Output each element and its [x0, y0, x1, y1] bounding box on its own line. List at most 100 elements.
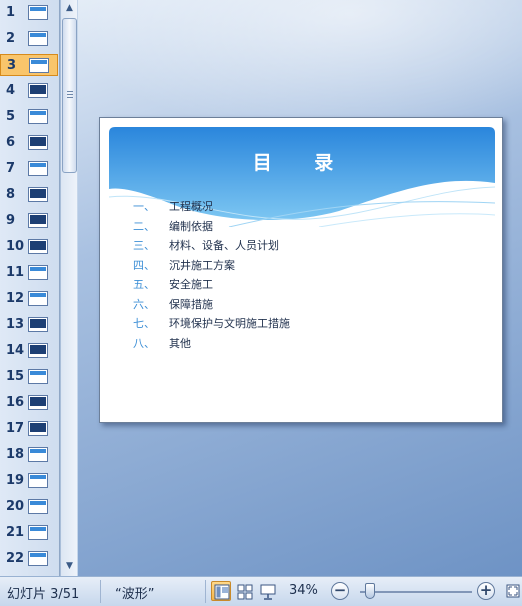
slide-number: 2: [6, 31, 16, 46]
scroll-down-icon[interactable]: ▼: [62, 558, 77, 574]
slide-thumbnail[interactable]: 9: [0, 210, 58, 232]
slide-thumbnail[interactable]: 5: [0, 106, 58, 128]
slide-thumbnail-panel: 1 2 3 4 5 6 7 8 9 10 11 12 13 14 15 16 17 18 19 20 21 22: [0, 0, 60, 576]
scrollbar-thumb[interactable]: [62, 18, 77, 173]
scroll-up-icon[interactable]: ▲: [62, 0, 77, 16]
zoom-in-icon[interactable]: +: [477, 582, 495, 600]
slide-number: 10: [6, 239, 25, 254]
toc-item-text: 其他: [169, 336, 191, 350]
slide-thumbnail[interactable]: 8: [0, 184, 58, 206]
slide-number: 6: [6, 135, 16, 150]
slide-sorter-button[interactable]: [234, 581, 254, 601]
slide-number: 18: [6, 447, 25, 462]
slide-preview-image: [28, 161, 48, 176]
slide-thumbnail[interactable]: 20: [0, 496, 58, 518]
slide-thumbnail[interactable]: 12: [0, 288, 58, 310]
slide-preview-image: [29, 58, 49, 73]
toc-item: 三、 材料、设备、人员计划: [133, 237, 290, 257]
slideshow-icon: [260, 584, 276, 600]
slide-preview-image: [28, 5, 48, 20]
table-of-contents[interactable]: 一、 工程概况 二、 编制依据 三、 材料、设备、人员计划 四、 沉井施工方案 五、 安全施工 六、…: [133, 198, 290, 354]
slide-thumbnail[interactable]: 6: [0, 132, 58, 154]
toc-item-text: 沉井施工方案: [169, 258, 235, 272]
zoom-slider-knob[interactable]: [365, 583, 375, 599]
slide-thumbnail[interactable]: 2: [0, 28, 58, 50]
toc-item-number: 六、: [133, 297, 155, 311]
slide-thumbnail[interactable]: 10: [0, 236, 58, 258]
thumbnail-scrollbar[interactable]: ▲ ▼: [60, 0, 77, 576]
slide-thumbnail[interactable]: 18: [0, 444, 58, 466]
toc-item-text: 编制依据: [169, 219, 213, 233]
slide-preview-image: [28, 395, 48, 410]
toc-item-text: 材料、设备、人员计划: [169, 239, 279, 252]
normal-view-icon: [214, 584, 230, 600]
slide-thumbnail[interactable]: 19: [0, 470, 58, 492]
slide-thumbnail[interactable]: 4: [0, 80, 58, 102]
slide-number: 12: [6, 291, 25, 306]
zoom-out-icon[interactable]: −: [331, 582, 349, 600]
toc-item-text: 安全施工: [169, 278, 213, 291]
slide-thumbnail[interactable]: 21: [0, 522, 58, 544]
slide-preview-image: [28, 499, 48, 514]
slide-editing-area: 目 录 一、 工程概况 二、 编制依据 三、 材料、设备、人员计划 四、 沉井施工方案 五、 安全…: [78, 0, 522, 576]
slide-preview-image: [28, 421, 48, 436]
slide-title[interactable]: 目 录: [100, 148, 504, 175]
status-bar: 幻灯片 3/51 “波形” 34% − +: [0, 576, 522, 606]
slide-thumbnail[interactable]: 16: [0, 392, 58, 414]
toc-item: 八、 其他: [133, 335, 290, 355]
toc-item: 二、 编制依据: [133, 218, 290, 238]
toc-item-number: 四、: [133, 258, 155, 272]
slide-preview-image: [28, 343, 48, 358]
slide-preview-image: [28, 265, 48, 280]
toc-item: 六、 保障措施: [133, 296, 290, 316]
toc-item-number: 五、: [133, 278, 155, 291]
toc-item: 四、 沉井施工方案: [133, 257, 290, 277]
slide-number: 7: [6, 161, 16, 176]
slide-preview-image: [28, 109, 48, 124]
grip-icon: [67, 91, 73, 98]
slideshow-button[interactable]: [257, 581, 277, 601]
slide-number: 13: [6, 317, 25, 332]
slide-number: 22: [6, 551, 25, 566]
toc-item-text: 保障措施: [169, 297, 213, 311]
fit-window-icon[interactable]: [505, 582, 521, 600]
slide-number: 1: [6, 5, 16, 20]
slide-preview-image: [28, 369, 48, 384]
slide-thumbnail[interactable]: 15: [0, 366, 58, 388]
slide-thumbnail[interactable]: 1: [0, 2, 58, 24]
toc-item: 七、 环境保护与文明施工措施: [133, 315, 290, 335]
slide-number: 21: [6, 525, 25, 540]
status-divider: [205, 580, 206, 603]
slide-thumbnail[interactable]: 11: [0, 262, 58, 284]
zoom-level[interactable]: 34%: [289, 583, 318, 598]
toc-item-number: 二、: [133, 219, 155, 233]
slide-thumbnail[interactable]: 17: [0, 418, 58, 440]
slide-thumbnail[interactable]: 3: [0, 54, 58, 76]
status-divider: [100, 580, 101, 603]
toc-item-number: 八、: [133, 336, 155, 350]
slide-preview-image: [28, 447, 48, 462]
toc-item: 一、 工程概况: [133, 198, 290, 218]
zoom-slider-track[interactable]: [360, 591, 472, 593]
theme-name[interactable]: “波形”: [115, 583, 154, 602]
slide-number: 4: [6, 83, 16, 98]
slide-number: 3: [7, 58, 17, 73]
slide-number: 8: [6, 187, 16, 202]
slide-preview-image: [28, 135, 48, 150]
toc-item: 五、 安全施工: [133, 276, 290, 296]
slide-number: 15: [6, 369, 25, 384]
toc-item-number: 一、: [133, 200, 155, 213]
slide-thumbnail[interactable]: 14: [0, 340, 58, 362]
toc-item-text: 工程概况: [169, 200, 213, 213]
slide-indicator: 幻灯片 3/51: [7, 587, 80, 602]
toc-item-number: 三、: [133, 239, 155, 252]
slide-thumbnail[interactable]: 7: [0, 158, 58, 180]
slide-thumbnail[interactable]: 22: [0, 548, 58, 570]
toc-item-number: 七、: [133, 317, 155, 330]
current-slide[interactable]: 目 录 一、 工程概况 二、 编制依据 三、 材料、设备、人员计划 四、 沉井施工方案 五、 安全…: [99, 117, 503, 423]
slide-preview-image: [28, 473, 48, 488]
slide-thumbnail[interactable]: 13: [0, 314, 58, 336]
slide-preview-image: [28, 239, 48, 254]
normal-view-button[interactable]: [211, 581, 231, 601]
slide-number: 16: [6, 395, 25, 410]
